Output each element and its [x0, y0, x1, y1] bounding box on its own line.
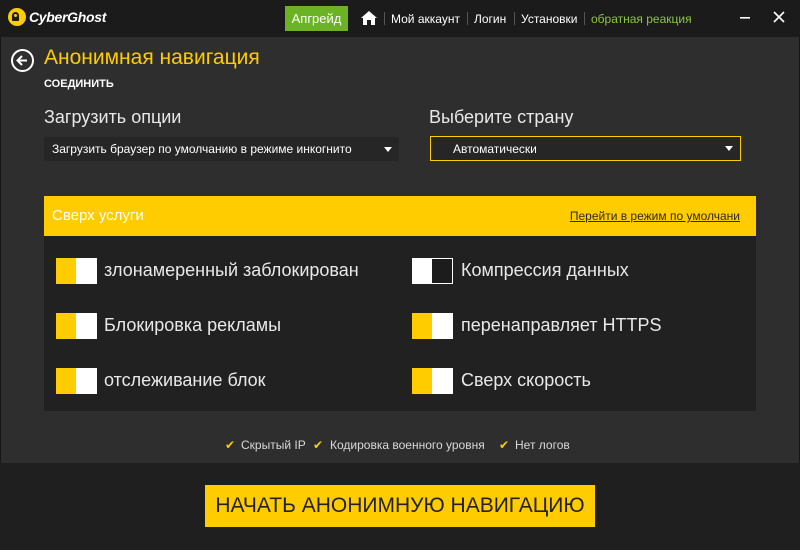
- nav-divider: [514, 12, 515, 25]
- toggle-malware-block[interactable]: [56, 258, 97, 284]
- toggle-knob: [76, 368, 97, 394]
- toggle-knob: [76, 258, 97, 284]
- nav-divider: [467, 12, 468, 25]
- nav-divider: [384, 12, 385, 25]
- upgrade-button[interactable]: Апгрейд: [285, 6, 348, 31]
- page-subtitle: СОЕДИНИТЬ: [44, 78, 114, 90]
- feature-military-encryption: Кодировка военного уровня: [330, 438, 485, 452]
- nav-feedback[interactable]: обратная реакция: [591, 12, 692, 26]
- checkmark-icon: ✔: [499, 438, 510, 452]
- minimize-icon[interactable]: [738, 10, 752, 24]
- label-https-redirect: перенаправляет HTTPS: [461, 315, 662, 335]
- toggle-knob: [413, 259, 432, 283]
- select-country-label: Выберите страну: [429, 107, 574, 127]
- reset-to-default-link[interactable]: Перейти в режим по умолчани: [570, 209, 740, 223]
- logo-text: CyberGhost: [29, 9, 107, 25]
- cyberghost-logo: CyberGhost: [8, 8, 106, 26]
- label-extra-speed: Сверх скорость: [461, 370, 591, 390]
- toggle-https-redirect[interactable]: [412, 313, 453, 339]
- load-options-dropdown[interactable]: Загрузить браузер по умолчанию в режиме …: [44, 137, 399, 161]
- label-malware-block: злонамеренный заблокирован: [104, 260, 359, 280]
- label-data-compression: Компрессия данных: [461, 260, 629, 280]
- country-dropdown[interactable]: Автоматически: [430, 136, 741, 161]
- feature-hidden-ip: Скрытый IP: [241, 438, 306, 452]
- toggle-knob: [432, 313, 453, 339]
- feature-no-logs: Нет логов: [515, 438, 570, 452]
- country-value: Автоматически: [453, 141, 537, 156]
- nav-divider: [584, 12, 585, 25]
- nav-login[interactable]: Логин: [474, 12, 506, 26]
- extra-services-header: Сверх услуги Перейти в режим по умолчани: [44, 196, 756, 236]
- checkmark-icon: ✔: [225, 438, 236, 452]
- load-options-value: Загрузить браузер по умолчанию в режиме …: [52, 142, 352, 156]
- toggle-tracking-block[interactable]: [56, 368, 97, 394]
- toggle-data-compression[interactable]: [412, 258, 453, 284]
- nav-my-account[interactable]: Мой аккаунт: [391, 12, 460, 26]
- toggle-ad-block[interactable]: [56, 313, 97, 339]
- checkmark-icon: ✔: [313, 438, 324, 452]
- title-bar: CyberGhost Апгрейд Мой аккаунт Логин Уст…: [0, 0, 800, 37]
- chevron-down-icon: [384, 147, 392, 152]
- arrow-left-icon: [16, 55, 27, 66]
- label-tracking-block: отслеживание блок: [104, 370, 266, 390]
- ghost-logo-icon: [8, 8, 26, 26]
- start-anonymous-browsing-button[interactable]: НАЧАТЬ АНОНИМНУЮ НАВИГАЦИЮ: [205, 485, 595, 527]
- extra-services-title: Сверх услуги: [52, 207, 144, 224]
- page-title: Анонимная навигация: [44, 46, 260, 69]
- label-ad-block: Блокировка рекламы: [104, 315, 282, 335]
- home-icon[interactable]: [360, 10, 378, 26]
- toggle-knob: [432, 368, 453, 394]
- chevron-down-icon: [725, 146, 733, 151]
- toggle-extra-speed[interactable]: [412, 368, 453, 394]
- load-options-label: Загрузить опции: [44, 107, 182, 127]
- close-icon[interactable]: [772, 10, 786, 24]
- nav-settings[interactable]: Установки: [521, 12, 577, 26]
- back-button[interactable]: [11, 49, 34, 72]
- toggle-knob: [76, 313, 97, 339]
